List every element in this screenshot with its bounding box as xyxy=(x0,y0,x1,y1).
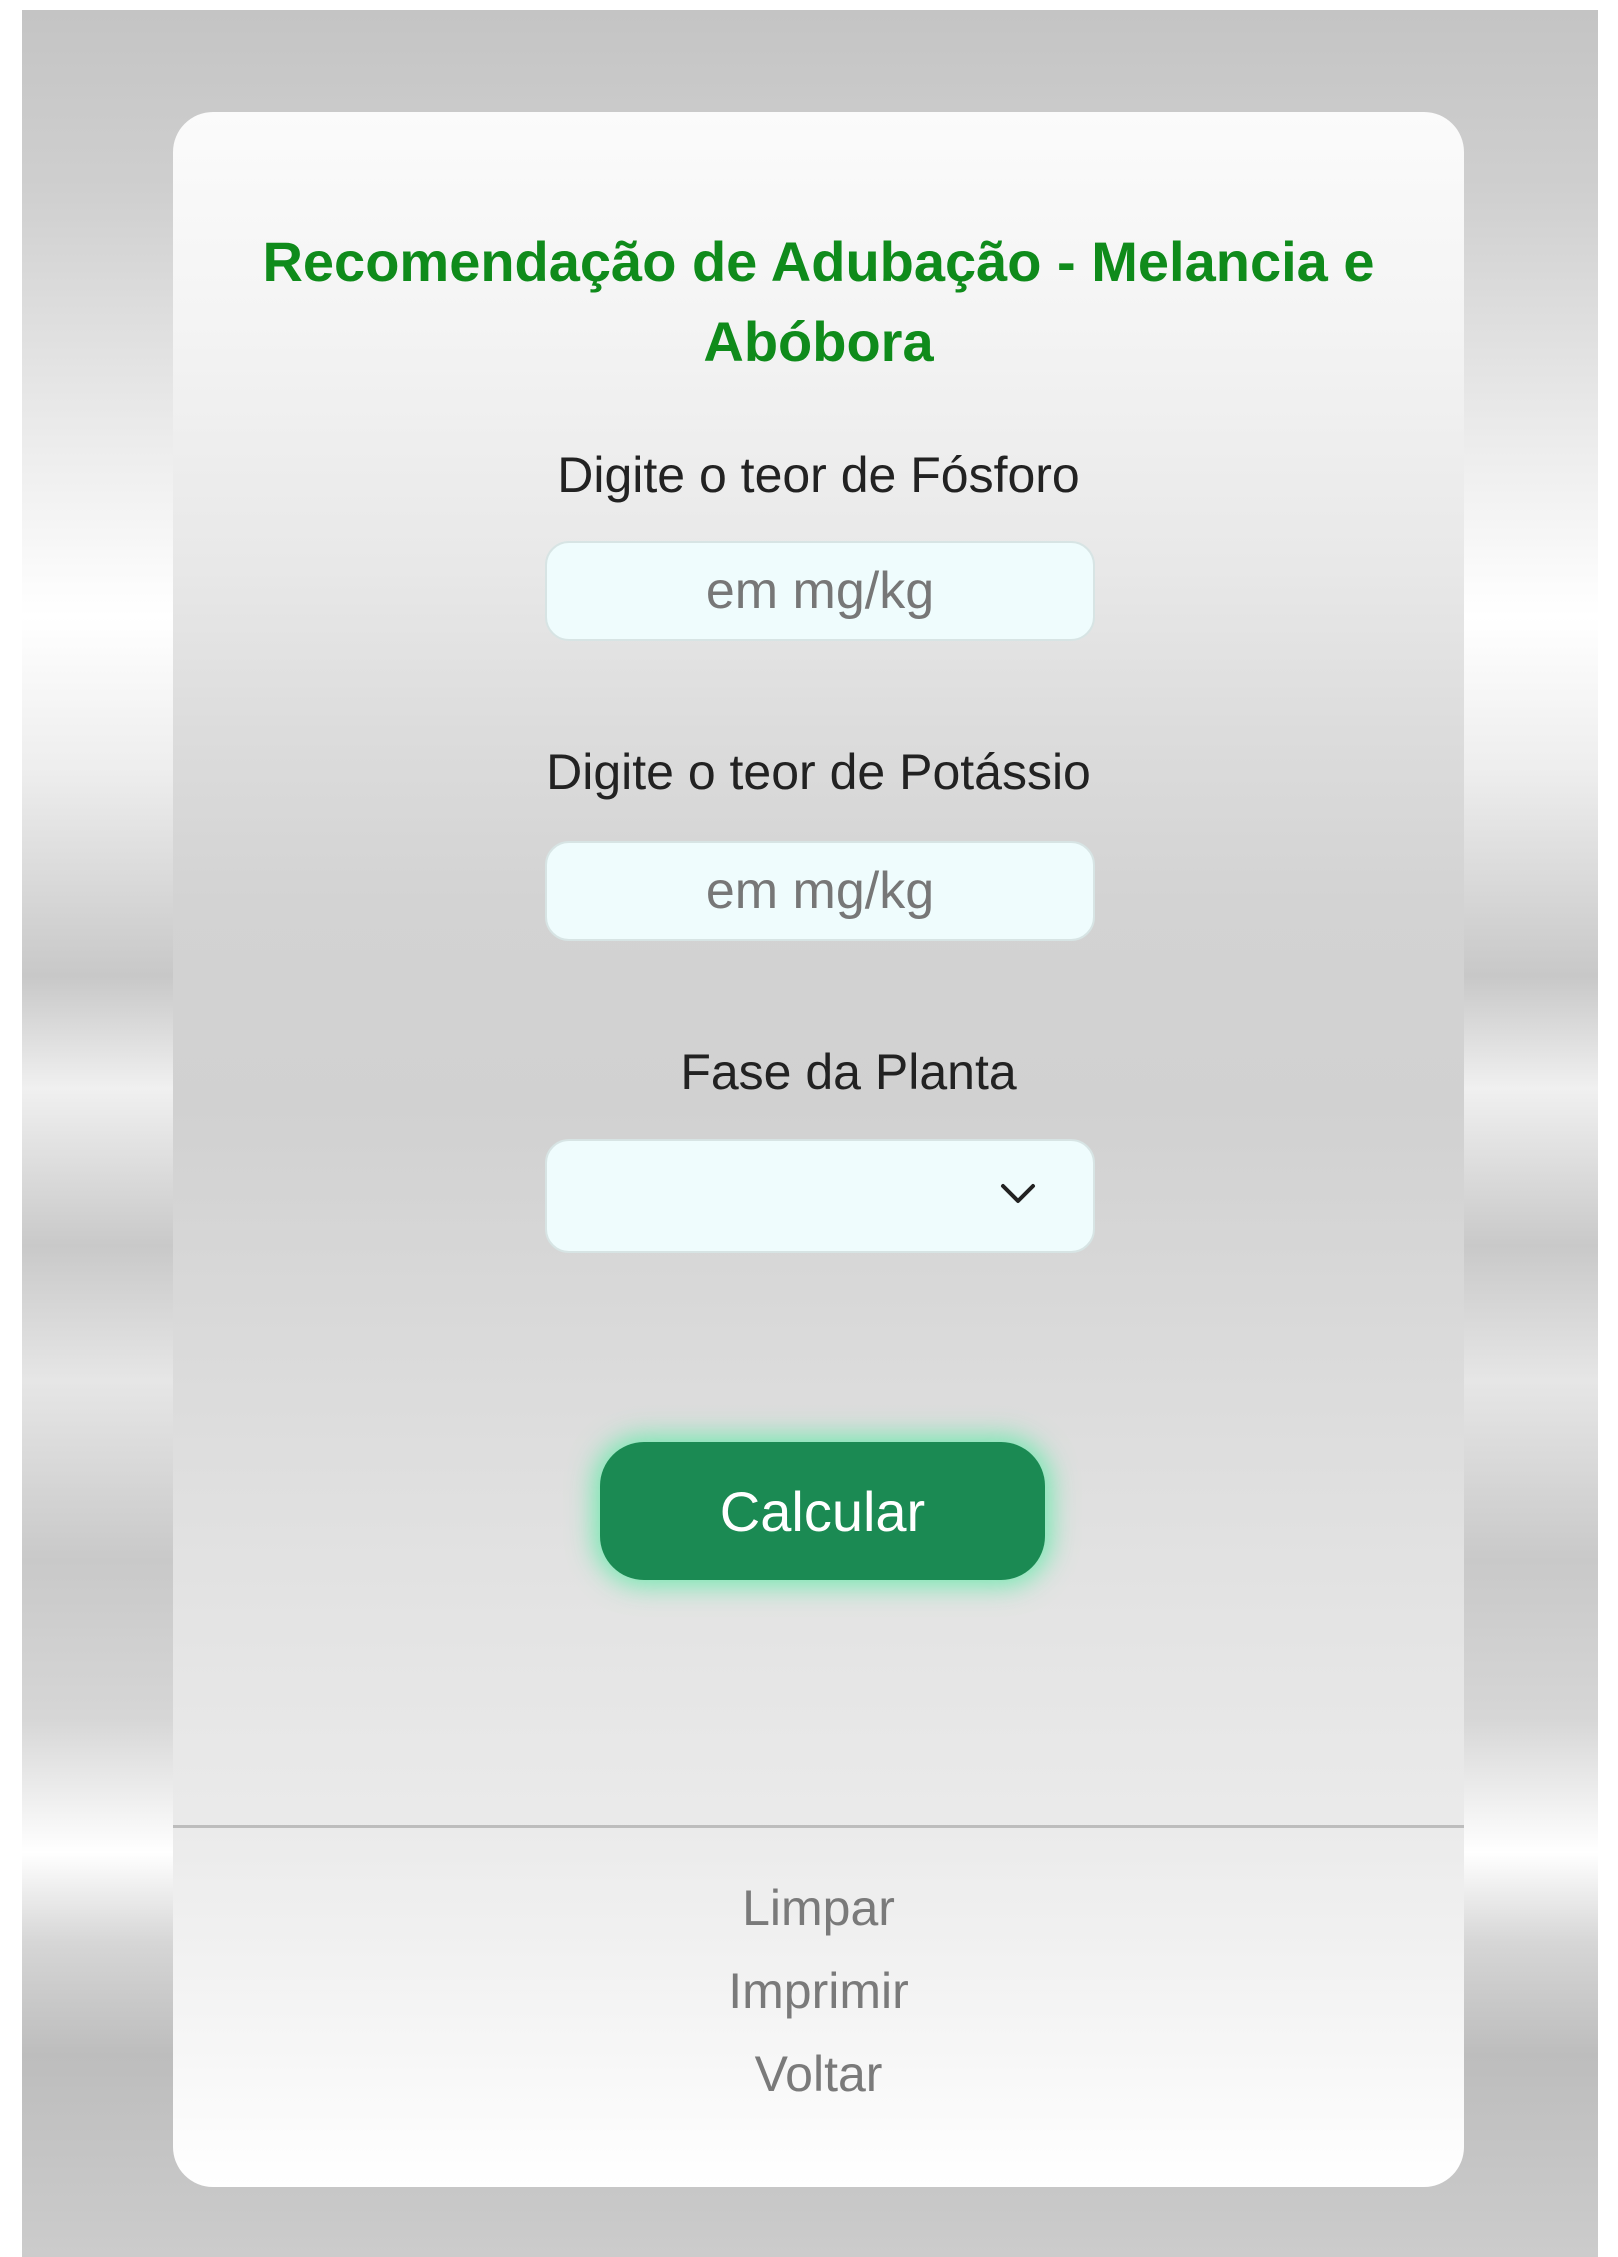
footer-divider xyxy=(173,1825,1464,1828)
form-card: Recomendação de Adubação - Melancia e Ab… xyxy=(173,112,1464,2187)
plant-phase-select[interactable] xyxy=(545,1139,1095,1253)
clear-link[interactable]: Limpar xyxy=(173,1878,1464,1938)
potassium-label: Digite o teor de Potássio xyxy=(546,744,1091,800)
phosphorus-input[interactable] xyxy=(545,541,1095,641)
calculate-button[interactable]: Calcular xyxy=(600,1442,1045,1580)
chevron-down-icon xyxy=(1001,1184,1035,1203)
potassium-input[interactable] xyxy=(545,841,1095,941)
page-title: Recomendação de Adubação - Melancia e Ab… xyxy=(262,230,1375,373)
print-link[interactable]: Imprimir xyxy=(173,1961,1464,2021)
back-link[interactable]: Voltar xyxy=(173,2044,1464,2104)
phosphorus-label: Digite o teor de Fósforo xyxy=(557,447,1080,503)
plant-phase-label: Fase da Planta xyxy=(680,1044,1017,1100)
